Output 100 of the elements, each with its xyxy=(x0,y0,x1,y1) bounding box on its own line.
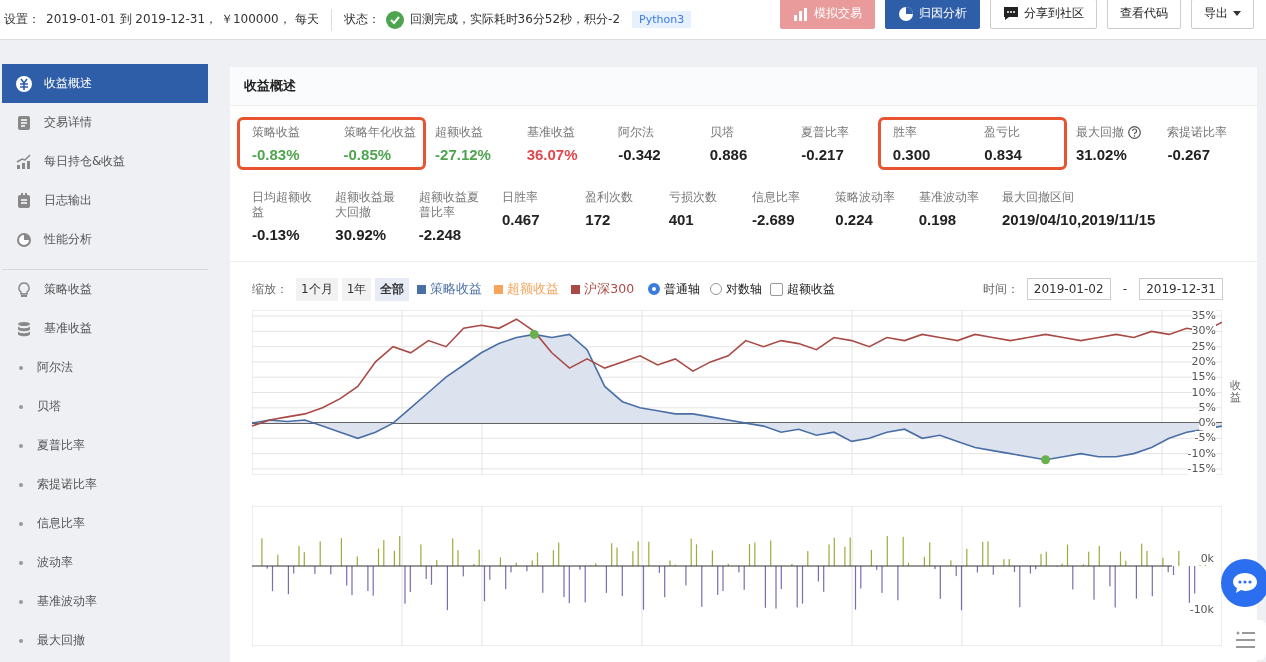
language-tag: Python3 xyxy=(632,11,692,28)
metric-value: -2.248 xyxy=(418,226,463,243)
metric-label: 基准波动率 xyxy=(918,190,979,205)
toolbar-button[interactable]: 导出 xyxy=(1191,0,1254,29)
bullet-icon xyxy=(19,404,23,409)
section-title: 收益概述 xyxy=(244,77,296,95)
toolbar-button[interactable]: 分享到社区 xyxy=(990,0,1097,29)
metric-value: 0.886 xyxy=(709,146,749,163)
clipboard-icon xyxy=(16,192,32,209)
checkbox[interactable] xyxy=(770,282,784,296)
pie-chart-icon xyxy=(898,5,914,22)
sidebar-item[interactable]: 每日持仓&收益 xyxy=(2,142,208,181)
date-field[interactable]: 2019-01-02 xyxy=(1026,278,1111,300)
status-label: 状态： xyxy=(343,11,380,28)
check-icon xyxy=(385,10,404,29)
document-icon xyxy=(16,114,32,131)
list-icon xyxy=(1235,630,1257,650)
sidebar-item[interactable]: 收益概述 xyxy=(2,64,208,103)
metric-value: 36.07% xyxy=(526,146,579,163)
settings-value: 2019-01-01 到 2019-12-31， ￥100000， 每天 xyxy=(46,11,319,28)
metric-label: 贝塔 xyxy=(709,125,734,140)
bar-chart-icon xyxy=(793,5,809,22)
lightbulb-icon xyxy=(16,281,32,298)
sidebar-item[interactable]: 策略收益 xyxy=(2,270,208,309)
bullet-icon xyxy=(19,521,23,526)
metric-value: 2019/04/10,2019/11/15 xyxy=(1001,211,1156,228)
zoom-button[interactable]: 全部 xyxy=(375,277,410,301)
bullet-icon xyxy=(19,560,23,565)
settings-label: 设置： xyxy=(4,11,40,28)
chat-icon xyxy=(1231,571,1259,595)
caret-icon xyxy=(1233,11,1241,16)
metric-label: 阿尔法 xyxy=(618,125,655,140)
legend-label[interactable]: 策略收益 xyxy=(430,280,483,298)
sidebar-item[interactable]: 夏普比率 xyxy=(2,426,208,465)
toolbar-button[interactable]: 归因分析 xyxy=(885,0,980,29)
metric-label: 信息比率 xyxy=(751,190,800,205)
metric-label: 日均超额收益 xyxy=(252,190,313,220)
metric-value: 0.300 xyxy=(892,146,932,163)
zoom-button[interactable]: 1个月 xyxy=(296,277,338,301)
metric-label: 日胜率 xyxy=(502,190,538,205)
radio-label: 普通轴 xyxy=(664,280,701,298)
metric-value: 0.198 xyxy=(918,211,958,228)
axis-title: 收益 xyxy=(1230,380,1241,405)
metric-label: 亏损次数 xyxy=(668,190,717,205)
yen-icon xyxy=(16,75,32,92)
time-label: 时间： xyxy=(982,280,1019,298)
sidebar-item[interactable]: 最大回撤 xyxy=(2,621,208,660)
bullet-icon xyxy=(19,638,23,643)
metric-label: 策略收益 xyxy=(252,125,300,140)
sidebar-item[interactable]: 日志输出 xyxy=(2,181,208,220)
extreme-point-marker xyxy=(1041,455,1051,465)
metric-label: 盈亏比 xyxy=(984,125,1021,140)
bullet-icon xyxy=(19,365,23,370)
metric-label: 超额收益夏普比率 xyxy=(418,190,480,220)
bullet-icon xyxy=(19,599,23,604)
metric-label: 胜率 xyxy=(892,125,917,140)
sidebar-item[interactable]: 基准波动率 xyxy=(2,582,208,621)
metric-label: 策略波动率 xyxy=(835,190,896,205)
pie-chart-icon xyxy=(16,231,32,248)
metric-value: 30.92% xyxy=(335,226,388,243)
metric-value: 0.467 xyxy=(502,211,541,228)
metric-value: -0.83% xyxy=(252,146,301,163)
metric-value: 401 xyxy=(668,211,695,228)
sidebar-item[interactable]: 交易详情 xyxy=(2,103,208,142)
chat-icon xyxy=(1003,5,1019,22)
sidebar-item[interactable]: 索提诺比率 xyxy=(2,465,208,504)
sidebar-item[interactable]: 波动率 xyxy=(2,543,208,582)
sidebar-item[interactable]: 基准收益 xyxy=(2,309,208,348)
bullet-icon xyxy=(19,443,23,448)
checkbox-label: 超额收益 xyxy=(787,280,836,298)
axis-tick-label: -10k xyxy=(1189,603,1214,616)
sidebar-item[interactable]: 性能分析 xyxy=(2,220,208,259)
metric-label: 基准收益 xyxy=(526,125,575,140)
metric-label: 最大回撤区间 xyxy=(1001,190,1074,205)
metric-value: -0.342 xyxy=(618,146,662,163)
metric-value: -0.267 xyxy=(1167,146,1211,163)
sidebar-item[interactable]: 信息比率 xyxy=(2,504,208,543)
extreme-point-marker xyxy=(529,329,539,339)
bullet-icon xyxy=(19,482,23,487)
metric-value: -0.217 xyxy=(801,146,845,163)
metric-label: 最大回撤 xyxy=(1075,125,1124,140)
zoom-label: 缩放： xyxy=(252,280,288,298)
radio-label: 对数轴 xyxy=(726,280,763,298)
legend-label[interactable]: 沪深300 xyxy=(584,280,635,298)
metric-label: 超额收益 xyxy=(435,125,484,140)
sidebar-item[interactable]: 阿尔法 xyxy=(2,348,208,387)
metric-value: -2.689 xyxy=(751,211,796,228)
metric-value: -0.13% xyxy=(252,226,301,243)
status-text: 回测完成，实际耗时36分52秒，积分-2 xyxy=(409,11,621,28)
metric-value: -27.12% xyxy=(435,146,492,163)
metric-value: 31.02% xyxy=(1075,146,1128,163)
metric-value: 0.224 xyxy=(835,211,874,228)
sidebar-item[interactable]: 贝塔 xyxy=(2,387,208,426)
metric-value: -0.85% xyxy=(343,146,393,163)
radio-button[interactable] xyxy=(648,283,661,295)
toolbar-button[interactable]: 查看代码 xyxy=(1107,0,1181,29)
date-field[interactable]: 2019-12-31 xyxy=(1139,278,1223,300)
zoom-button[interactable]: 1年 xyxy=(341,277,372,301)
metric-label: 盈利次数 xyxy=(585,190,634,205)
metric-label: 索提诺比率 xyxy=(1167,125,1228,140)
